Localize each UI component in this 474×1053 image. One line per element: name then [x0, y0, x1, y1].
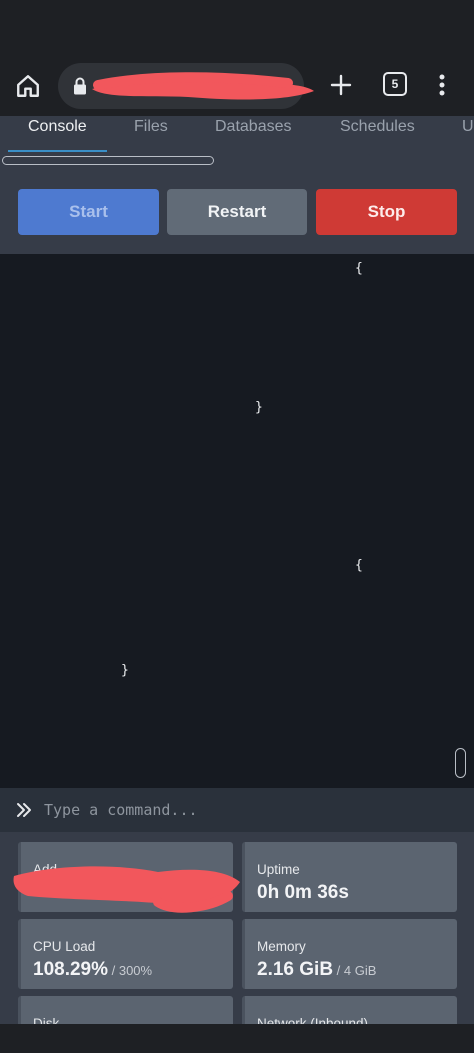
memory-label: Memory — [257, 939, 306, 954]
memory-value: 2.16 GiB — [257, 959, 334, 980]
console-line: { — [355, 261, 363, 276]
console-line: } — [121, 663, 129, 678]
disk-card: Disk — [18, 996, 233, 1024]
system-nav-bar — [0, 1024, 474, 1053]
start-button[interactable]: Start — [18, 189, 159, 235]
console-output: { } { } — [0, 254, 474, 788]
network-card: Network (Inbound) — [242, 996, 457, 1024]
home-icon[interactable] — [12, 70, 44, 102]
console-scrollbar[interactable] — [455, 748, 466, 778]
active-tab-indicator — [8, 150, 107, 152]
console-line: } — [255, 400, 263, 415]
uptime-label: Uptime — [257, 862, 300, 877]
command-bar — [0, 788, 474, 832]
network-label: Network (Inbound) — [257, 1016, 369, 1024]
tab-databases[interactable]: Databases — [215, 118, 292, 144]
memory-limit: / 4 GiB — [333, 963, 377, 978]
memory-card: Memory 2.16 GiB / 4 GiB — [242, 919, 457, 989]
cpu-limit: / 300% — [108, 963, 153, 978]
tab-count: 5 — [391, 77, 399, 91]
address-bar[interactable] — [58, 63, 314, 109]
address-redaction — [13, 866, 240, 913]
panel-tabs: Console Files Databases Schedules U — [0, 116, 474, 172]
tab-users[interactable]: U — [462, 118, 474, 144]
tab-console[interactable]: Console — [28, 118, 87, 144]
overflow-menu-icon[interactable] — [430, 68, 454, 102]
lock-icon — [74, 77, 86, 95]
uptime-card: Uptime 0h 0m 36s — [242, 842, 457, 912]
tab-files[interactable]: Files — [134, 118, 168, 144]
stop-button[interactable]: Stop — [316, 189, 457, 235]
restart-button[interactable]: Restart — [167, 189, 307, 235]
cpu-card: CPU Load 108.29% / 300% — [18, 919, 233, 989]
url-redaction — [92, 72, 314, 100]
console-line: { — [355, 558, 363, 573]
stats-panel: Add Uptime 0h 0m 36s CPU Load 108.29% / … — [0, 832, 474, 1024]
browser-toolbar: 5 — [0, 54, 474, 116]
tab-switcher-button[interactable]: 5 — [383, 72, 407, 96]
chevrons-right-icon — [17, 803, 31, 817]
new-tab-icon[interactable] — [326, 68, 356, 102]
disk-label: Disk — [33, 1016, 60, 1024]
status-bar — [0, 0, 474, 54]
tabs-scrollbar[interactable] — [2, 156, 214, 165]
cpu-value: 108.29% — [33, 959, 109, 980]
power-controls: Start Restart Stop — [0, 172, 474, 254]
tab-schedules[interactable]: Schedules — [340, 118, 415, 144]
uptime-value: 0h 0m 36s — [257, 882, 349, 903]
cpu-label: CPU Load — [33, 939, 96, 954]
command-input[interactable] — [44, 796, 454, 824]
